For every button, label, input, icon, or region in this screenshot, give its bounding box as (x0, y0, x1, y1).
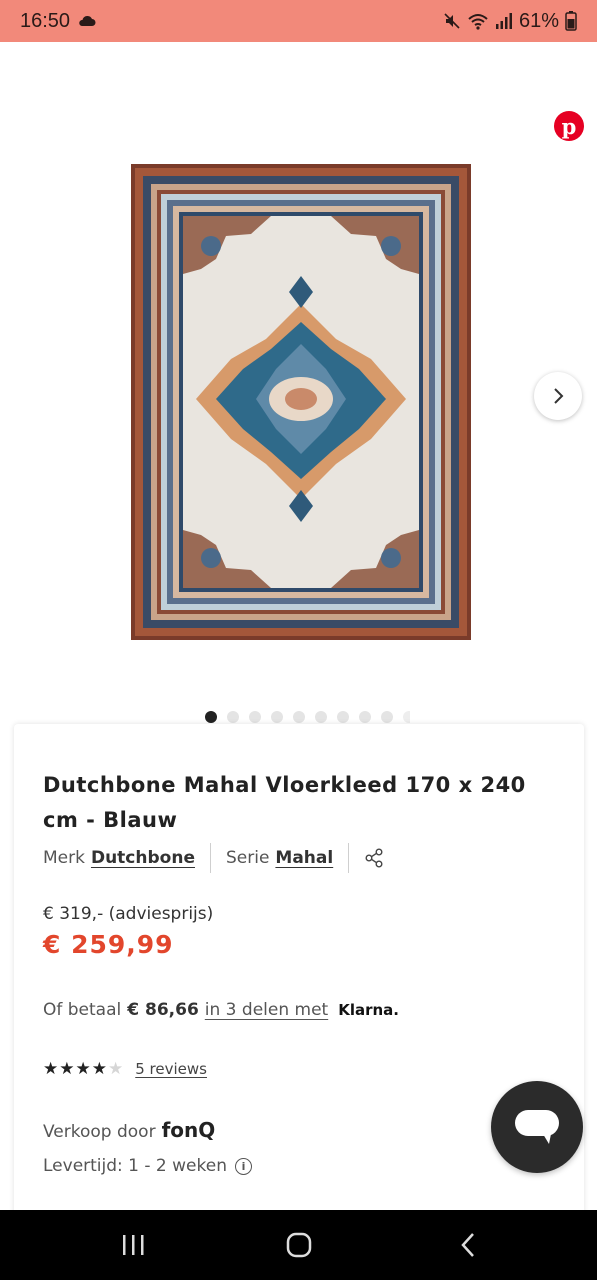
pagination-dot[interactable] (293, 711, 305, 723)
pagination-dot[interactable] (271, 711, 283, 723)
battery-percentage: 61% (518, 9, 559, 32)
product-title: Dutchbone Mahal Vloerkleed 170 x 240 cm … (43, 773, 526, 832)
seller-info: Verkoop door fonQ (43, 1118, 215, 1142)
chat-button[interactable] (491, 1081, 583, 1173)
pagination-dot[interactable] (381, 711, 393, 723)
cloud-icon (79, 15, 96, 26)
product-info-card: Dutchbone Mahal Vloerkleed 170 x 240 cm … (14, 724, 584, 1244)
seller-label: Verkoop door (43, 1122, 156, 1142)
pagination-dot[interactable] (403, 711, 410, 723)
wifi-icon (468, 14, 488, 30)
home-button[interactable] (259, 1210, 339, 1280)
star-filled-icon: ★ (75, 1058, 91, 1079)
star-filled-icon: ★ (91, 1058, 107, 1079)
star-filled-icon: ★ (59, 1058, 75, 1079)
chevron-right-icon (554, 388, 564, 404)
star-filled-icon: ★ (43, 1058, 59, 1079)
gallery-pagination[interactable] (205, 710, 410, 724)
installment-link[interactable]: in 3 delen met (205, 1000, 328, 1020)
brand-info: Merk Dutchbone (43, 848, 195, 868)
rating-summary[interactable]: ★ ★ ★ ★ ★ 5 reviews (43, 1060, 207, 1078)
installment-amount: € 86,66 (127, 1000, 199, 1020)
delivery-time: Levertijd: 1 - 2 weken (43, 1156, 227, 1176)
brand-label: Merk (43, 848, 85, 868)
recent-apps-icon (123, 1235, 144, 1255)
status-time: 16:50 (20, 9, 71, 32)
pagination-dot[interactable] (359, 711, 371, 723)
info-icon[interactable]: i (235, 1157, 252, 1175)
pagination-dot[interactable] (337, 711, 349, 723)
pagination-dot[interactable] (315, 711, 327, 723)
series-link[interactable]: Mahal (275, 848, 333, 868)
next-image-button[interactable] (534, 372, 582, 420)
sale-price: € 259,99 (43, 930, 174, 959)
signal-icon (495, 13, 512, 29)
series-info: Serie Mahal (226, 848, 333, 868)
share-icon[interactable] (364, 848, 384, 868)
recent-apps-button[interactable] (93, 1210, 173, 1280)
seller-logo: fonQ (161, 1118, 216, 1142)
back-icon (461, 1233, 474, 1257)
product-image-gallery[interactable]: p (0, 42, 597, 723)
back-button[interactable] (428, 1210, 508, 1280)
product-image[interactable] (131, 164, 471, 640)
brand-link[interactable]: Dutchbone (91, 848, 195, 868)
installment-prefix: Of betaal (43, 1000, 122, 1020)
battery-icon (565, 11, 577, 31)
recommended-price: € 319,- (adviesprijs) (43, 904, 214, 924)
series-label: Serie (225, 848, 270, 868)
divider (209, 843, 211, 873)
delivery-info: Levertijd: 1 - 2 weken i (43, 1156, 252, 1176)
product-meta-row: Merk Dutchbone Serie Mahal (43, 842, 384, 874)
rating-stars: ★ ★ ★ ★ ★ (43, 1058, 124, 1079)
status-bar: 16:50 61% (0, 0, 597, 42)
divider (348, 843, 350, 873)
pagination-dot[interactable] (249, 711, 261, 723)
mute-icon (444, 13, 460, 29)
klarna-installment: Of betaal € 86,66 in 3 delen met Klarna. (43, 1000, 399, 1020)
pinterest-icon[interactable]: p (554, 111, 584, 141)
pagination-dot[interactable] (227, 711, 239, 723)
home-icon (286, 1232, 312, 1258)
system-navigation-bar (0, 1210, 597, 1280)
star-empty-icon: ★ (108, 1058, 124, 1079)
chat-icon (515, 1110, 559, 1144)
klarna-logo: Klarna. (338, 1001, 399, 1019)
reviews-link[interactable]: 5 reviews (135, 1060, 207, 1078)
pagination-dot[interactable] (205, 711, 217, 723)
